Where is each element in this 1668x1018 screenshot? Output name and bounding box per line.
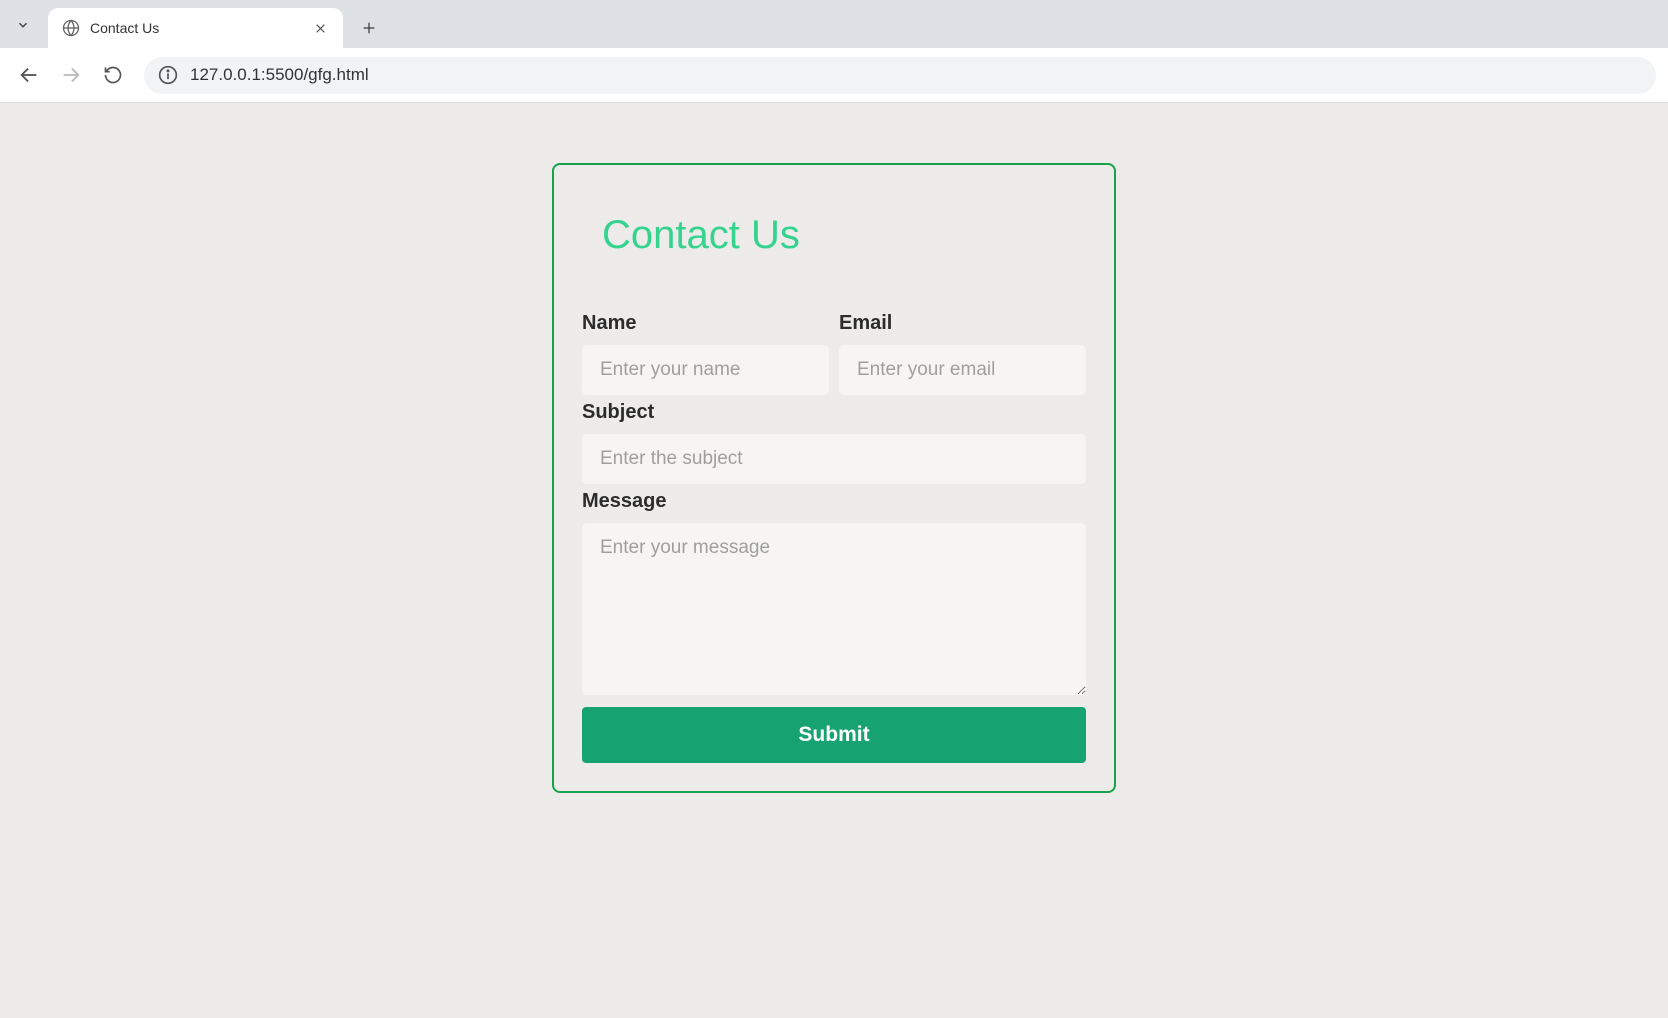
url-text: 127.0.0.1:5500/gfg.html — [190, 65, 369, 85]
contact-card: Contact Us Name Email Subject Message Su… — [552, 163, 1116, 793]
email-input[interactable] — [839, 345, 1086, 395]
address-bar[interactable]: 127.0.0.1:5500/gfg.html — [144, 57, 1656, 94]
close-icon — [314, 22, 327, 35]
message-label: Message — [582, 490, 1086, 513]
new-tab-button[interactable] — [353, 12, 385, 44]
back-button[interactable] — [12, 58, 46, 92]
email-group: Email — [839, 312, 1086, 395]
contact-heading: Contact Us — [602, 213, 1086, 258]
subject-group: Subject — [582, 401, 1086, 484]
subject-input[interactable] — [582, 434, 1086, 484]
reload-icon — [103, 65, 123, 85]
name-email-row: Name Email — [582, 312, 1086, 401]
tab-bar: Contact Us — [0, 0, 1668, 48]
subject-label: Subject — [582, 401, 1086, 424]
tabs-dropdown-button[interactable] — [8, 10, 38, 40]
arrow-right-icon — [60, 64, 82, 86]
name-label: Name — [582, 312, 829, 335]
browser-tab[interactable]: Contact Us — [48, 8, 343, 48]
message-textarea[interactable] — [582, 523, 1086, 695]
name-input[interactable] — [582, 345, 829, 395]
forward-button[interactable] — [54, 58, 88, 92]
tab-title: Contact Us — [90, 20, 301, 36]
globe-icon — [62, 19, 80, 37]
tab-close-button[interactable] — [311, 19, 329, 37]
browser-toolbar: 127.0.0.1:5500/gfg.html — [0, 48, 1668, 103]
browser-chrome: Contact Us 127.0.0.1:5500/gfg.html — [0, 0, 1668, 103]
name-group: Name — [582, 312, 829, 395]
submit-button[interactable]: Submit — [582, 707, 1086, 763]
page-content: Contact Us Name Email Subject Message Su… — [0, 103, 1668, 1018]
arrow-left-icon — [18, 64, 40, 86]
reload-button[interactable] — [96, 58, 130, 92]
info-icon[interactable] — [158, 65, 178, 85]
email-label: Email — [839, 312, 1086, 335]
plus-icon — [361, 20, 377, 36]
chevron-down-icon — [16, 18, 30, 32]
message-group: Message — [582, 490, 1086, 695]
